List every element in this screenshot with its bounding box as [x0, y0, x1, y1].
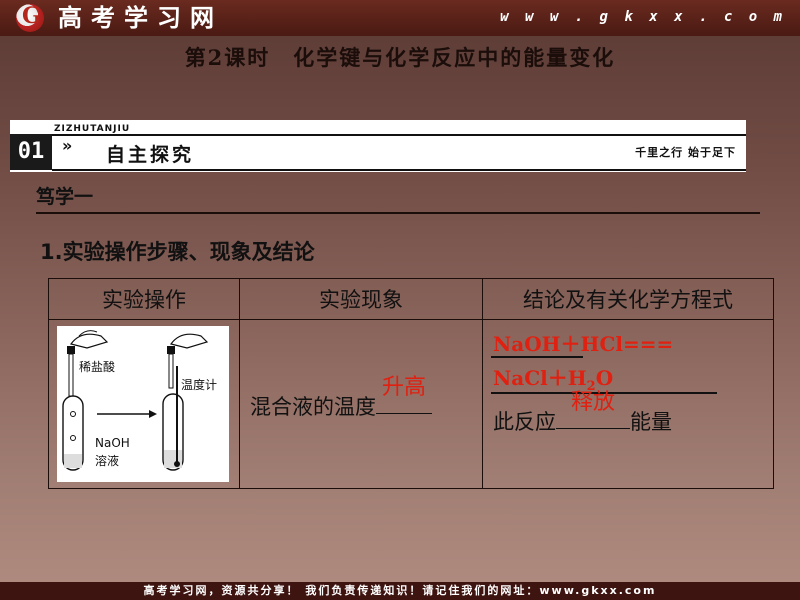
header-phenomenon: 实验现象	[239, 278, 483, 320]
conclusion-sentence: 此反应 释放 能量	[493, 390, 672, 436]
subsection-heading: 笃学一	[36, 186, 94, 208]
site-url[interactable]: w w w . g k x x . c o m	[500, 9, 786, 25]
section-title: 自主探究	[106, 144, 195, 166]
double-chevron-icon: »	[62, 136, 73, 155]
subsection-rule	[36, 212, 760, 214]
site-footer: 高考学习网，资源共分享！ 我们负责传递知识！请记住我们的网址：www.gkxx.…	[0, 582, 800, 600]
phenomenon-text: 混合液的温度	[250, 395, 376, 419]
section-pinyin: ZIZHUTANJIU	[54, 124, 131, 134]
banner-bottom-rule	[52, 169, 746, 171]
site-header: G 高考学习网 w w w . g k x x . c o m	[0, 0, 800, 36]
conclusion-cell: NaOH＋HCl=== NaCl＋H2O 此反应 释放 能量	[482, 319, 774, 489]
phenomenon-blank: 升高	[376, 375, 432, 414]
acid-label: 稀盐酸	[79, 360, 116, 374]
naoh-label: NaOH	[95, 436, 130, 450]
table-row: 稀盐酸 温度计 NaOH 溶液 混合液的温度 升高 NaOH＋HCl=== NaC…	[48, 319, 774, 489]
conclusion-answer: 释放	[570, 390, 615, 415]
header-conclusion: 结论及有关化学方程式	[482, 278, 774, 320]
section-number: 01	[10, 134, 52, 170]
equation-line-1: NaOH＋HCl===	[493, 332, 674, 356]
phenomenon-cell: 混合液的温度 升高	[239, 319, 483, 489]
site-name: 高考学习网	[58, 4, 223, 32]
table-header-row: 实验操作 实验现象 结论及有关化学方程式	[48, 278, 774, 320]
operation-cell: 稀盐酸 温度计 NaOH 溶液	[48, 319, 240, 489]
experiment-diagram: 稀盐酸 温度计 NaOH 溶液	[57, 326, 229, 482]
section-banner: 01 ZIZHUTANJIU » 自主探究 千里之行 始于足下	[10, 120, 746, 172]
lesson-title: 第2课时 化学键与化学反应中的能量变化	[184, 45, 616, 70]
naoh-solution-label: 溶液	[95, 454, 120, 468]
phenomenon-answer: 升高	[381, 375, 426, 400]
conclusion-content: NaOH＋HCl=== NaCl＋H2O 此反应 释放 能量	[483, 320, 773, 488]
banner-top-rule	[52, 134, 746, 136]
apparatus-illustration	[62, 330, 209, 471]
header-operation: 实验操作	[48, 278, 240, 320]
equation-underline-1	[491, 356, 583, 358]
content-heading: 1.实验操作步骤、现象及结论	[40, 240, 315, 264]
experiment-table: 实验操作 实验现象 结论及有关化学方程式 稀盐酸 温度计 NaOH 溶液 混合液…	[48, 278, 774, 489]
phenomenon-text-wrap: 混合液的温度 升高	[240, 375, 482, 421]
thermometer-label: 温度计	[181, 378, 218, 392]
section-motto: 千里之行 始于足下	[635, 146, 736, 159]
logo-letter: G	[22, 3, 41, 29]
conclusion-blank: 释放	[556, 390, 630, 429]
conclusion-prefix: 此反应	[493, 410, 556, 434]
conclusion-suffix: 能量	[630, 410, 672, 434]
